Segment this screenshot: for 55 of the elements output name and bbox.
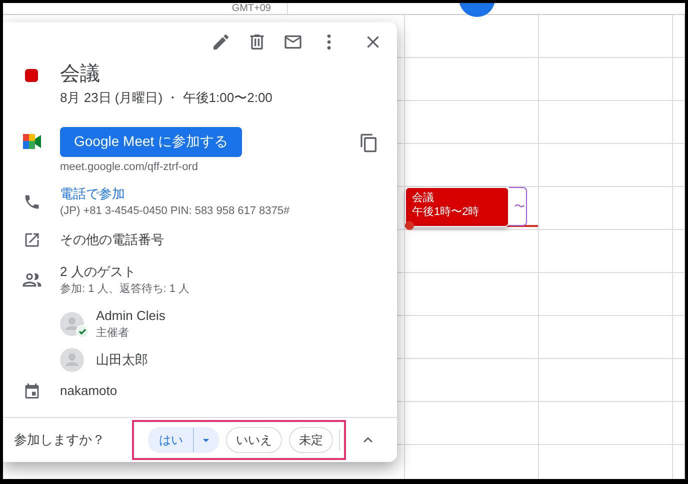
calendar-icon	[22, 382, 40, 400]
calendar-grid-cell[interactable]	[539, 187, 673, 230]
calendar-grid-cell[interactable]	[539, 359, 673, 402]
event-title: 会議	[60, 62, 101, 87]
video-camera-icon	[22, 134, 40, 149]
event-time: 〜	[514, 200, 525, 214]
calendar-grid-cell[interactable]	[405, 402, 539, 445]
calendar-grid-cell[interactable]	[673, 101, 685, 144]
calendar-grid-cell[interactable]	[405, 273, 539, 316]
external-link-icon	[22, 231, 40, 249]
more-phone-numbers[interactable]: その他の電話番号	[60, 231, 164, 249]
phone-icon	[22, 193, 40, 211]
guest-role: 主催者	[96, 326, 130, 341]
calendar-event[interactable]: 〜	[509, 187, 527, 226]
calendar-grid-cell[interactable]	[539, 15, 673, 58]
rsvp-question: 参加しますか？	[14, 431, 106, 449]
calendar-name: nakamoto	[60, 382, 118, 400]
calendar-grid-cell[interactable]	[405, 359, 539, 402]
calendar-grid-cell[interactable]	[673, 58, 685, 101]
calendar-grid-cell[interactable]	[539, 58, 673, 101]
join-meet-button[interactable]: Google Meet に参加する	[60, 127, 242, 157]
calendar-grid-cell[interactable]	[673, 15, 685, 58]
calendar-grid-cell[interactable]	[673, 273, 685, 316]
calendar-grid-cell[interactable]	[539, 144, 673, 187]
join-by-phone-link[interactable]: 電話で参加	[60, 185, 125, 203]
calendar-grid-cell[interactable]	[539, 402, 673, 445]
guest-status-summary: 参加: 1 人、返答待ち: 1 人	[60, 282, 191, 297]
event-title: 会議	[412, 191, 435, 205]
guest-count: 2 人のゲスト	[60, 263, 137, 281]
current-time-dot	[405, 221, 414, 230]
calendar-grid-cell[interactable]	[405, 101, 539, 144]
calendar-grid-cell[interactable]	[405, 58, 539, 101]
event-date-time: 8月 23日 (月曜日) ・ 午後1:00〜2:00	[60, 89, 274, 107]
calendar-grid-cell[interactable]	[673, 144, 685, 187]
rsvp-option[interactable]: いいえ	[226, 427, 282, 453]
rsvp-option[interactable]: 未定	[289, 427, 333, 453]
rsvp-option[interactable]: はい	[149, 428, 194, 452]
calendar-grid-cell[interactable]	[539, 101, 673, 144]
calendar-grid-cell[interactable]	[673, 230, 685, 273]
calendar-grid-cell[interactable]	[405, 316, 539, 359]
calendar-event[interactable]: 会議 午後1時〜2時	[405, 187, 509, 227]
event-time: 午後1時〜2時	[412, 205, 480, 219]
calendar-grid-cell[interactable]	[539, 316, 673, 359]
calendar-grid-cell[interactable]	[673, 402, 685, 445]
calendar-grid-cell[interactable]	[673, 187, 685, 230]
timezone-label: GMT+09	[232, 3, 271, 14]
calendar-grid-cell[interactable]	[673, 316, 685, 359]
guest-name: Admin Cleis	[96, 307, 166, 325]
guest-name: 山田太郎	[96, 351, 149, 369]
phone-details: (JP) +81 3-4545-0450 PIN: 583 958 617 8375#	[60, 204, 291, 219]
calendar-grid-cell[interactable]	[539, 273, 673, 316]
calendar-grid-cell[interactable]	[673, 359, 685, 402]
calendar-grid-cell[interactable]: 会議 午後1時〜2時 〜	[405, 187, 539, 230]
calendar-grid-cell[interactable]	[539, 230, 673, 273]
calendar-grid-cell[interactable]	[405, 230, 539, 273]
